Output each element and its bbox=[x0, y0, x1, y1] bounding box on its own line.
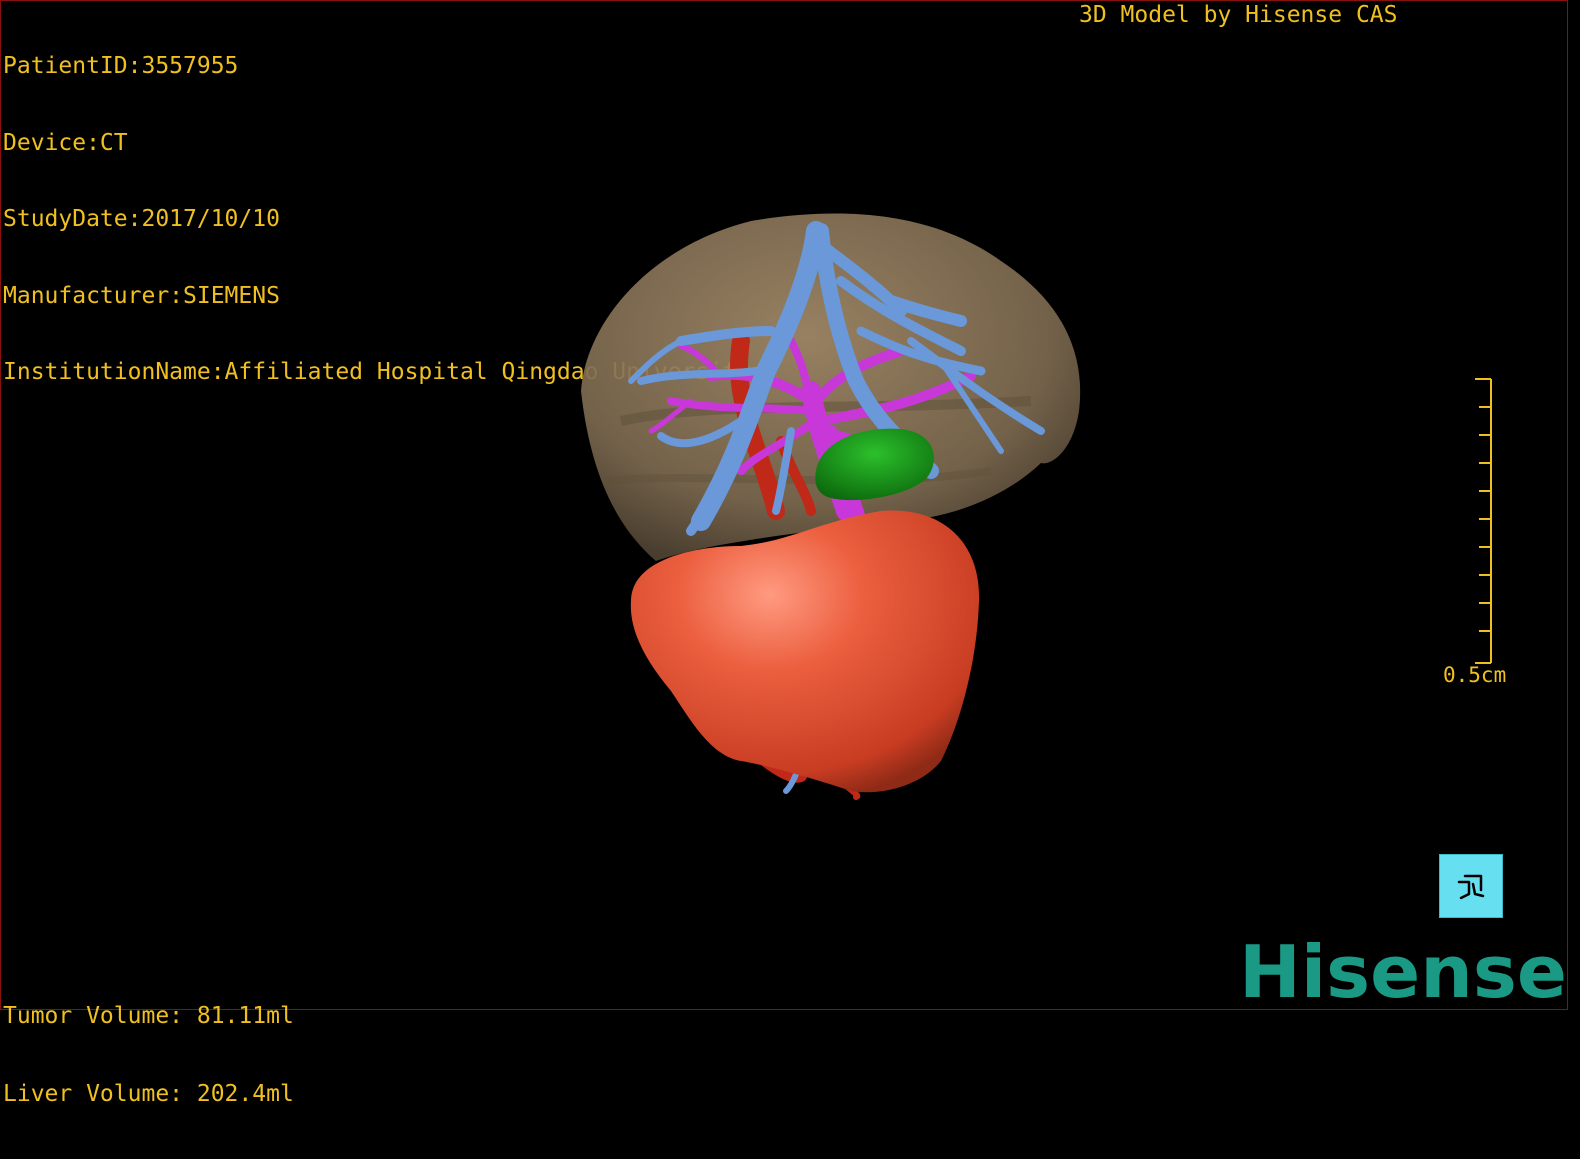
liver-volume-text: Liver Volume: 202.4ml bbox=[3, 1081, 294, 1107]
model-credit-text: 3D Model by Hisense CAS bbox=[1079, 2, 1398, 28]
orientation-button[interactable] bbox=[1439, 854, 1503, 918]
3d-viewport[interactable]: PatientID:3557955 Device:CT StudyDate:20… bbox=[0, 0, 1568, 1107]
volume-readouts: Tumor Volume: 81.11ml Liver Volume: 202.… bbox=[3, 951, 294, 1159]
hisense-logo-text: Hisense bbox=[1239, 931, 1567, 1011]
hisense-logo: Hisense bbox=[1239, 931, 1567, 1011]
scale-bar bbox=[1475, 378, 1492, 664]
liver-3d-model[interactable] bbox=[561, 201, 1101, 811]
orientation-figure-icon bbox=[1457, 874, 1485, 900]
patient-id-text: PatientID:3557955 bbox=[3, 53, 239, 79]
tumor-volume-text: Tumor Volume: 81.11ml bbox=[3, 1003, 294, 1029]
scale-label: 0.5cm bbox=[1443, 663, 1507, 687]
device-text: Device:CT bbox=[3, 129, 128, 156]
